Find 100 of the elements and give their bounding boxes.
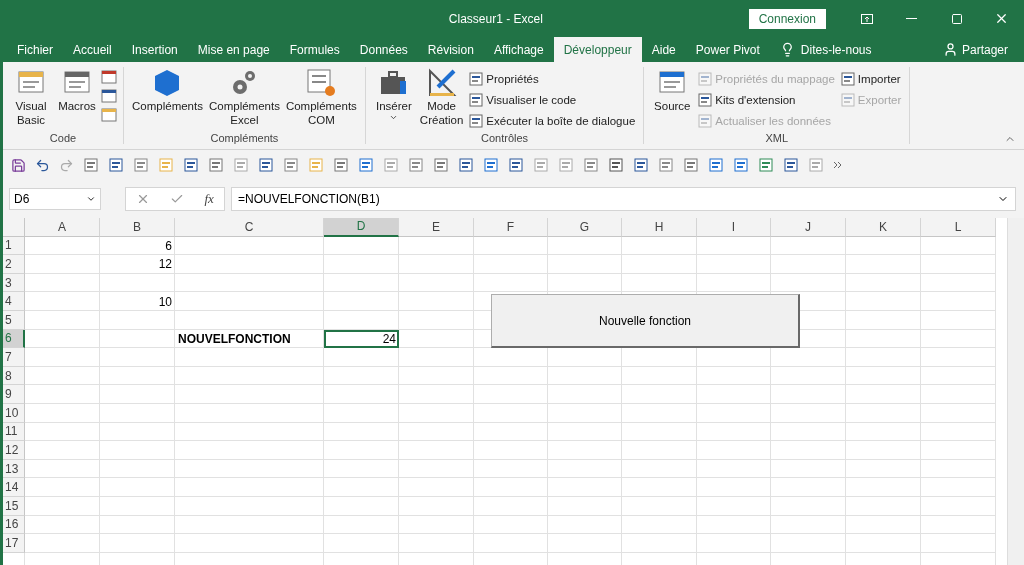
sign-in-button[interactable]: Connexion bbox=[748, 8, 826, 29]
toolbar-icon[interactable] bbox=[483, 157, 499, 173]
toolbar-icon[interactable] bbox=[658, 157, 674, 173]
ribbon-small-button[interactable]: Kits d'extension bbox=[696, 90, 837, 109]
command-icon bbox=[840, 92, 855, 107]
ribbon-button[interactable]: Insérer bbox=[371, 67, 416, 132]
ribbon-tab[interactable]: Fichier bbox=[7, 37, 63, 62]
ribbon-tab[interactable]: Accueil bbox=[63, 37, 122, 62]
column-header[interactable]: C bbox=[175, 218, 324, 237]
ribbon-tab[interactable]: Insertion bbox=[121, 37, 188, 62]
small-ribbon-icon[interactable] bbox=[101, 69, 117, 85]
command-icon bbox=[698, 71, 713, 86]
ribbon-tab[interactable]: Développeur bbox=[553, 37, 642, 62]
column-header[interactable]: K bbox=[846, 218, 921, 237]
close-icon bbox=[994, 11, 1009, 26]
column-header[interactable]: I bbox=[697, 218, 771, 237]
toolbar-icon[interactable] bbox=[208, 157, 224, 173]
column-header[interactable]: J bbox=[771, 218, 846, 237]
formula-field[interactable]: =NOUVELFONCTION(B1) bbox=[231, 187, 1016, 211]
share-button[interactable]: Partager bbox=[936, 37, 1014, 62]
table-cell[interactable]: NOUVELFONCTION bbox=[175, 329, 324, 349]
row-header[interactable]: 4 bbox=[3, 292, 25, 311]
person-icon bbox=[942, 42, 958, 57]
formula-text: =NOUVELFONCTION(B1) bbox=[238, 192, 380, 206]
command-icon bbox=[469, 113, 484, 128]
ribbon-tab[interactable]: Aide bbox=[641, 37, 686, 62]
enter-icon[interactable] bbox=[170, 192, 185, 206]
ribbon-small-button[interactable]: Importer bbox=[838, 69, 904, 88]
small-ribbon-icon[interactable] bbox=[101, 88, 117, 104]
ribbon-tab[interactable]: Affichage bbox=[483, 37, 554, 62]
column-header[interactable]: G bbox=[548, 218, 622, 237]
toolbar-icon[interactable] bbox=[333, 157, 349, 173]
toolbar-icon[interactable] bbox=[583, 157, 599, 173]
command-icon bbox=[698, 113, 713, 128]
ribbon-button[interactable]: Compléments Excel bbox=[206, 67, 282, 132]
column-header[interactable]: A bbox=[25, 218, 100, 237]
ribbon-small-button[interactable]: Propriétés bbox=[467, 69, 638, 88]
checklist-gear-icon bbox=[305, 67, 338, 99]
ribbon-tab[interactable]: Power Pivot bbox=[685, 37, 770, 62]
column-header[interactable]: F bbox=[474, 218, 548, 237]
macro-button[interactable]: Nouvelle fonction bbox=[491, 294, 800, 348]
toolbar-icon[interactable] bbox=[433, 157, 449, 173]
toolbar-icon[interactable] bbox=[183, 157, 199, 173]
ribbon-button[interactable]: Mode Création bbox=[417, 67, 466, 132]
ribbon-small-button[interactable]: Exécuter la boîte de dialogue bbox=[467, 111, 638, 130]
toolbar-icon[interactable] bbox=[83, 157, 99, 173]
table-cell[interactable]: 6 bbox=[100, 236, 175, 256]
toolbar-icon[interactable] bbox=[783, 157, 799, 173]
row-header[interactable]: 9 bbox=[3, 385, 25, 404]
ribbon-group-label: Code bbox=[48, 132, 78, 144]
toolbar-icon[interactable] bbox=[108, 157, 124, 173]
ribbon-tab[interactable]: Formules bbox=[279, 37, 350, 62]
row-header[interactable]: 14 bbox=[3, 478, 25, 497]
toolbar-icon[interactable] bbox=[508, 157, 524, 173]
row-header[interactable]: 17 bbox=[3, 534, 25, 553]
toolbar-icon[interactable] bbox=[283, 157, 299, 173]
tell-me-search[interactable]: Dites-le-nous bbox=[769, 37, 882, 62]
ribbon-button[interactable]: Macros bbox=[55, 67, 99, 132]
save-icon[interactable] bbox=[11, 157, 26, 173]
column-header[interactable]: B bbox=[100, 218, 175, 237]
ribbon-small-button[interactable]: Visualiser le code bbox=[467, 90, 638, 109]
toolbar-icon[interactable] bbox=[408, 157, 424, 173]
more-icon[interactable] bbox=[833, 160, 843, 170]
ribbon-tab[interactable]: Révision bbox=[417, 37, 484, 62]
column-header[interactable]: D bbox=[324, 218, 399, 237]
column-header[interactable]: L bbox=[921, 218, 996, 237]
toolbar-icon[interactable] bbox=[683, 157, 699, 173]
toolbar-icon[interactable] bbox=[458, 157, 474, 173]
command-icon bbox=[469, 92, 484, 107]
column-header[interactable]: E bbox=[399, 218, 474, 237]
maximize-icon bbox=[950, 12, 963, 25]
table-cell[interactable]: 12 bbox=[100, 255, 175, 274]
ribbon-tab[interactable]: Mise en page bbox=[187, 37, 280, 62]
column-header[interactable]: H bbox=[622, 218, 697, 237]
minimize-icon bbox=[906, 18, 917, 19]
ribbon-display-icon bbox=[860, 13, 873, 24]
toolbar-icon[interactable] bbox=[608, 157, 624, 173]
table-cell[interactable]: 10 bbox=[100, 292, 175, 311]
row-header[interactable]: 7 bbox=[3, 348, 25, 367]
toolbar-icon[interactable] bbox=[708, 157, 724, 173]
toolbar-icon[interactable] bbox=[733, 157, 749, 173]
toolbar-icon[interactable] bbox=[358, 157, 374, 173]
function-icon[interactable]: fx bbox=[204, 191, 214, 207]
ribbon-button[interactable]: Compléments bbox=[130, 67, 205, 132]
command-icon bbox=[698, 92, 713, 107]
toolbar-icon[interactable] bbox=[633, 157, 649, 173]
vertical-scrollbar[interactable] bbox=[1007, 218, 1024, 565]
ribbon-button[interactable]: Visual Basic bbox=[9, 67, 53, 132]
toolbar-icon[interactable] bbox=[258, 157, 274, 173]
table-cell[interactable]: 24 bbox=[324, 329, 399, 349]
toolbar-icon[interactable] bbox=[758, 157, 774, 173]
caret-icon bbox=[86, 194, 96, 204]
row-header[interactable]: 12 bbox=[3, 441, 25, 460]
ribbon-button[interactable]: Compléments COM bbox=[283, 67, 359, 132]
ribbon-button[interactable]: Source bbox=[650, 67, 695, 132]
toolbar-icon[interactable] bbox=[133, 157, 149, 173]
name-box[interactable]: D6 bbox=[9, 188, 101, 210]
undo-icon[interactable] bbox=[35, 157, 50, 173]
row-header[interactable]: 2 bbox=[3, 255, 25, 274]
ribbon-tab[interactable]: Données bbox=[349, 37, 418, 62]
